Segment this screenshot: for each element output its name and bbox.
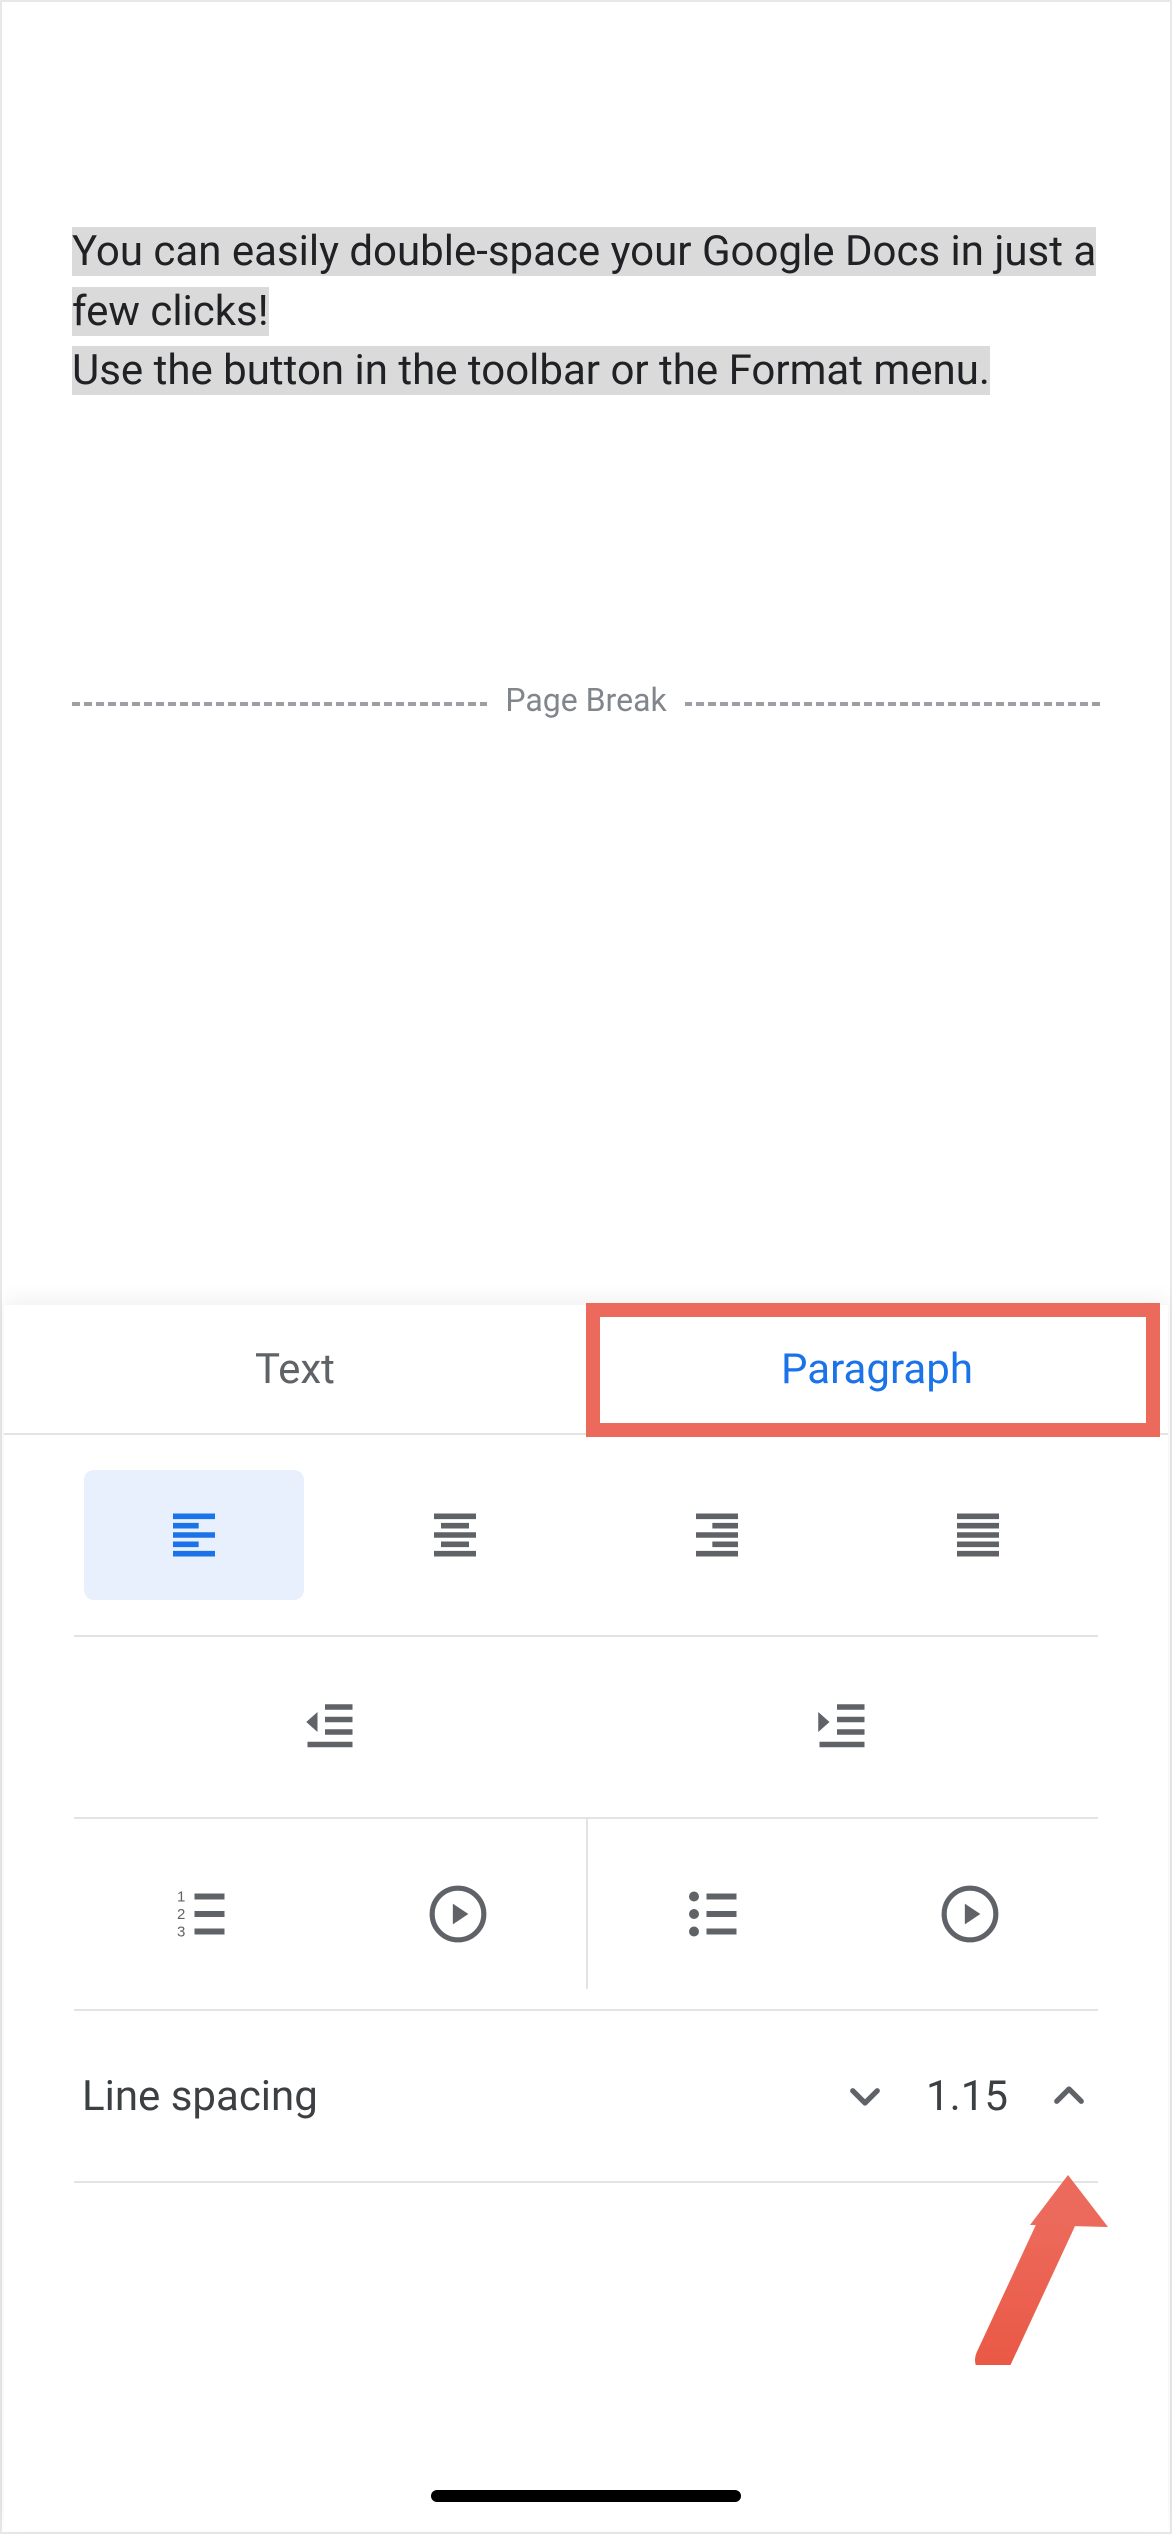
- bulleted-list-options-button[interactable]: [939, 1883, 1001, 1945]
- alignment-row: [74, 1435, 1098, 1635]
- align-right-button[interactable]: [607, 1470, 827, 1600]
- chevron-up-icon: [1048, 2075, 1090, 2117]
- vertical-divider: [586, 1819, 588, 1989]
- numbered-list-icon: 1 2 3: [172, 1884, 232, 1944]
- svg-text:3: 3: [177, 1924, 185, 1941]
- document-text[interactable]: You can easily double-space your Google …: [72, 222, 1100, 401]
- selected-text-line-2[interactable]: Use the button in the toolbar or the For…: [72, 346, 990, 395]
- numbered-list-options-button[interactable]: [427, 1883, 489, 1945]
- format-tabs: Text Paragraph: [4, 1305, 1168, 1435]
- align-center-icon: [427, 1507, 483, 1563]
- svg-text:2: 2: [177, 1906, 185, 1923]
- line-spacing-label: Line spacing: [82, 2072, 844, 2121]
- increase-indent-icon: [812, 1697, 872, 1757]
- align-right-icon: [689, 1507, 745, 1563]
- home-indicator[interactable]: [431, 2490, 741, 2502]
- bulleted-list-button[interactable]: [684, 1884, 744, 1944]
- increase-indent-button[interactable]: [812, 1697, 872, 1757]
- line-spacing-increase-button[interactable]: [1048, 2075, 1090, 2117]
- numbered-list-button[interactable]: 1 2 3: [172, 1884, 232, 1944]
- line-spacing-row: Line spacing 1.15: [74, 2011, 1098, 2181]
- chevron-down-icon: [844, 2075, 886, 2117]
- decrease-indent-icon: [300, 1697, 360, 1757]
- align-left-button[interactable]: [84, 1470, 304, 1600]
- annotation-arrow-icon: [948, 2165, 1108, 2365]
- tab-text-label: Text: [255, 1345, 335, 1394]
- document-canvas[interactable]: You can easily double-space your Google …: [2, 2, 1170, 719]
- play-circle-icon: [427, 1883, 489, 1945]
- page-break-label: Page Break: [487, 681, 684, 719]
- page-break: Page Break: [72, 681, 1100, 719]
- tab-paragraph-label: Paragraph: [781, 1345, 973, 1394]
- align-justify-button[interactable]: [868, 1470, 1088, 1600]
- line-spacing-value: 1.15: [922, 2072, 1012, 2121]
- align-center-button[interactable]: [345, 1470, 565, 1600]
- list-row: 1 2 3: [74, 1819, 1098, 2009]
- bulleted-list-icon: [684, 1884, 744, 1944]
- selected-text-line-1[interactable]: You can easily double-space your Google …: [72, 227, 1096, 336]
- line-spacing-decrease-button[interactable]: [844, 2075, 886, 2117]
- format-panel: Text Paragraph: [4, 1305, 1168, 2530]
- indent-row: [74, 1637, 1098, 1817]
- tab-text[interactable]: Text: [4, 1305, 586, 1433]
- play-circle-icon: [939, 1883, 1001, 1945]
- align-left-icon: [166, 1507, 222, 1563]
- tab-paragraph[interactable]: Paragraph: [586, 1305, 1168, 1433]
- decrease-indent-button[interactable]: [300, 1697, 360, 1757]
- align-justify-icon: [950, 1507, 1006, 1563]
- svg-text:1: 1: [177, 1889, 185, 1906]
